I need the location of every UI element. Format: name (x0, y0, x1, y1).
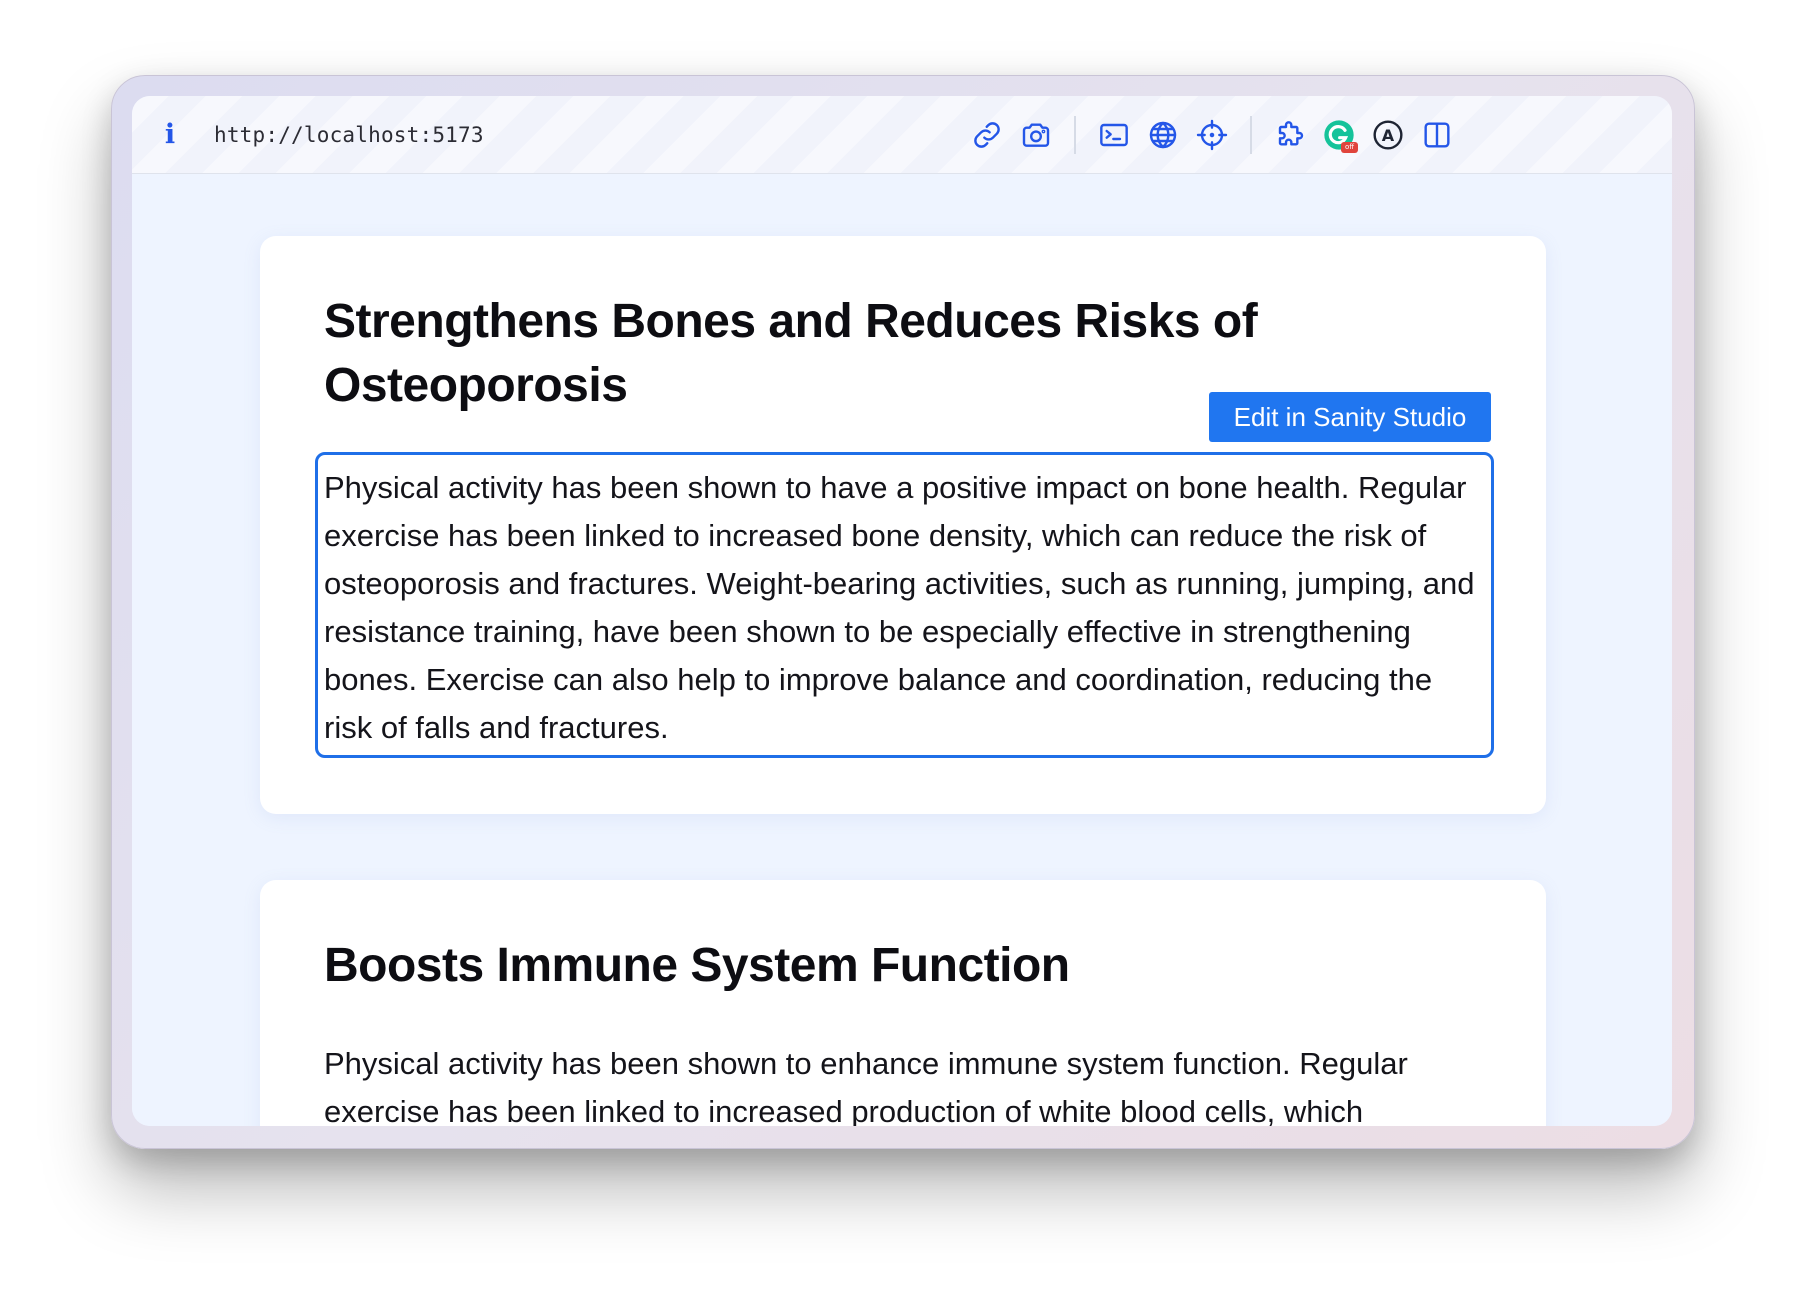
grammarly-icon[interactable]: off (1320, 116, 1358, 154)
article-card: Strengthens Bones and Reduces Risks of O… (260, 236, 1546, 814)
terminal-icon[interactable] (1095, 116, 1133, 154)
sidebar-icon[interactable] (1418, 116, 1456, 154)
link-icon[interactable] (968, 116, 1006, 154)
article-body[interactable]: Physical activity has been shown to have… (324, 464, 1484, 752)
puzzle-icon[interactable] (1271, 116, 1309, 154)
page-content: Strengthens Bones and Reduces Risks of O… (132, 174, 1672, 1126)
toolbar-divider (1250, 116, 1252, 154)
article-card: Boosts Immune System Function Physical a… (260, 880, 1546, 1126)
globe-icon[interactable] (1144, 116, 1182, 154)
accessibility-letter: A (1382, 126, 1395, 145)
edit-in-sanity-studio-button[interactable]: Edit in Sanity Studio (1209, 392, 1491, 442)
info-icon[interactable]: i (160, 116, 180, 154)
address-bar[interactable]: http://localhost:5173 (214, 118, 484, 152)
accessibility-icon[interactable]: A (1369, 116, 1407, 154)
article-body[interactable]: Physical activity has been shown to enha… (324, 1040, 1484, 1126)
camera-icon[interactable] (1017, 116, 1055, 154)
grammarly-off-badge: off (1341, 142, 1358, 153)
screenshot-stage: i http://localhost:5173 off A Strengthen… (0, 0, 1796, 1292)
browser-window-frame: i http://localhost:5173 off A Strengthen… (111, 75, 1695, 1149)
crosshair-icon[interactable] (1193, 116, 1231, 154)
browser-toolbar: i http://localhost:5173 off A (132, 96, 1672, 174)
browser-window: i http://localhost:5173 off A Strengthen… (132, 96, 1672, 1126)
article-title: Boosts Immune System Function (324, 939, 1070, 992)
toolbar-divider (1074, 116, 1076, 154)
